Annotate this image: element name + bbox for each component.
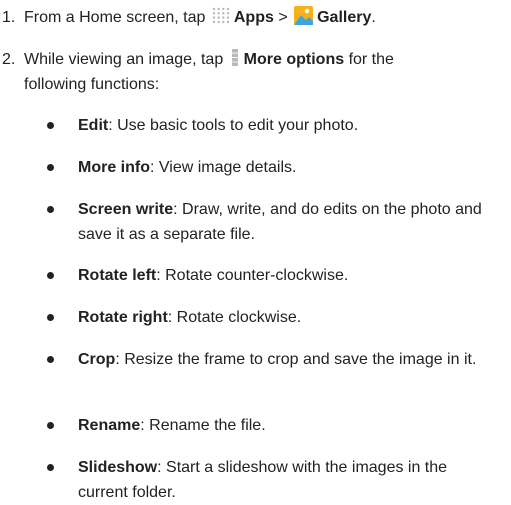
bullet-dot [47,422,54,429]
step-2: 2. While viewing an image, tap More opti… [0,47,505,97]
bullet-dot [47,206,54,213]
list-item: More info: View image details. [0,155,511,180]
apps-label: Apps [233,9,274,26]
list-item: Rotate left: Rotate counter-clockwise. [0,263,511,288]
more-options-label: More options [243,51,345,68]
function-description: : Rename the file. [140,417,266,434]
function-description: : Use basic tools to edit your photo. [108,117,359,134]
function-term: More info [78,159,150,176]
step-suffix: . [371,9,376,26]
list-item: Screen write: Draw, write, and do edits … [0,197,511,247]
bullet-dot [47,356,54,363]
function-term: Slideshow [78,459,158,476]
step-prefix: From a Home screen, tap [24,9,206,26]
function-term: Screen write [78,201,174,218]
gallery-label: Gallery [317,9,372,26]
separator: > [278,9,288,26]
function-term: Rotate left [78,267,157,284]
function-term: Rotate right [78,309,168,326]
gallery-icon [294,6,314,25]
bullet-dot [47,464,54,471]
function-description: : View image details. [150,159,297,176]
bullet-dot [47,272,54,279]
more-options-icon [231,49,238,66]
function-term: Crop [78,351,116,368]
step-suffix-line1: for the [348,51,394,68]
function-description: : Rotate clockwise. [167,309,302,326]
list-item: Rename: Rename the file. [0,413,511,438]
function-term: Rename [78,417,141,434]
step-text: While viewing an image, tap More options… [24,47,505,97]
step-suffix-line2: following functions: [24,76,160,93]
list-item: Edit: Use basic tools to edit your photo… [0,113,511,138]
function-description: : Rotate counter-clockwise. [156,267,349,284]
bullet-dot [47,314,54,321]
step-number: 2. [2,51,16,68]
bullet-dot [47,122,54,129]
step-number: 1. [2,9,16,26]
list-item: Rotate right: Rotate clockwise. [0,305,511,330]
apps-grid-icon [212,7,230,24]
list-item: Crop: Resize the frame to crop and save … [0,347,511,372]
step-prefix: While viewing an image, tap [24,51,224,68]
step-1: 1. From a Home screen, tap Apps > Galler… [0,5,505,30]
step-text: From a Home screen, tap Apps > Gallery. [24,5,505,30]
function-description: : Resize the frame to crop and save the … [115,351,477,368]
bullet-dot [47,164,54,171]
list-item: Slideshow: Start a slideshow with the im… [0,455,511,505]
function-term: Edit [78,117,109,134]
